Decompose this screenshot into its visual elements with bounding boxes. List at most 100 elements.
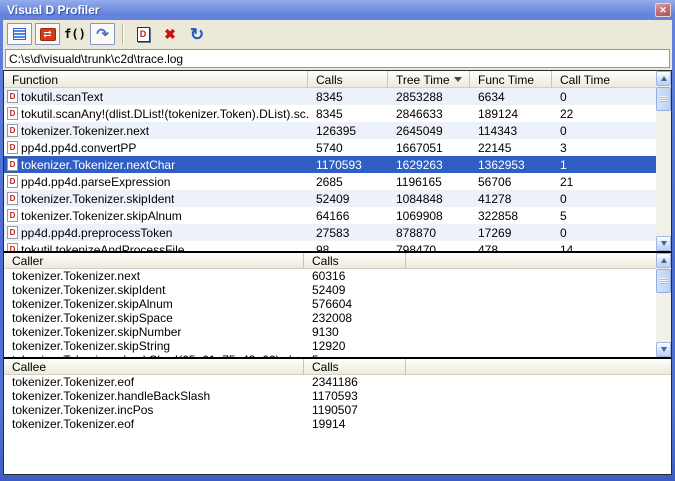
app-body: ⇄ f() ↷ D ✖ ↻ C:\s\d\visuald\trunk\c2d\t… bbox=[3, 20, 672, 475]
caller-name: tokenizer.Tokenizer.skipNumber bbox=[4, 325, 304, 339]
swap-view-button[interactable]: ⇄ bbox=[35, 23, 60, 45]
function-name: pp4d.pp4d.preprocessToken bbox=[21, 226, 172, 240]
caller-calls-value: 576604 bbox=[304, 297, 406, 311]
function-table-header: Function Calls Tree Time Func Time Call … bbox=[4, 71, 656, 88]
func-time-value: 322858 bbox=[470, 209, 552, 223]
close-button[interactable]: ✕ bbox=[655, 3, 671, 17]
trace-path-input[interactable]: C:\s\d\visuald\trunk\c2d\trace.log bbox=[5, 49, 670, 68]
func-time-value: 1362953 bbox=[470, 158, 552, 172]
column-header-call-time[interactable]: Call Time bbox=[552, 71, 656, 88]
scroll-track[interactable] bbox=[656, 294, 671, 342]
function-table-row[interactable]: D pp4d.pp4d.convertPP 5740 1667051 22145… bbox=[4, 139, 656, 156]
caller-table-scrollbar[interactable] bbox=[656, 253, 671, 357]
function-name: tokenizer.Tokenizer.skipAlnum bbox=[21, 209, 182, 223]
caller-table-row[interactable]: tokenizer.Tokenizer.skipSpace 232008 bbox=[4, 311, 656, 325]
callee-table-row[interactable]: tokenizer.Tokenizer.eof 19914 bbox=[4, 417, 671, 431]
calls-value: 1170593 bbox=[308, 158, 388, 172]
d-source-file-icon: D bbox=[7, 107, 18, 120]
caller-table-row[interactable]: tokenizer.Tokenizer.skipString 12920 bbox=[4, 339, 656, 353]
scroll-down-button[interactable] bbox=[656, 342, 671, 357]
refresh-button[interactable]: ↻ bbox=[185, 23, 209, 45]
jump-to-button[interactable]: ↷ bbox=[90, 23, 115, 45]
caller-table-row[interactable]: tokenizer.Tokenizer.skipIdent 52409 bbox=[4, 283, 656, 297]
caller-calls-value: 9130 bbox=[304, 325, 406, 339]
column-header-function[interactable]: Function bbox=[4, 71, 308, 88]
d-source-file-icon: D bbox=[7, 209, 18, 222]
calls-value: 8345 bbox=[308, 90, 388, 104]
call-time-value: 0 bbox=[552, 226, 656, 240]
call-time-value: 3 bbox=[552, 141, 656, 155]
column-header-tree-time[interactable]: Tree Time bbox=[388, 71, 470, 88]
caller-name: tokenizer.Tokenizer.skipIdent bbox=[4, 283, 304, 297]
calls-value: 8345 bbox=[308, 107, 388, 121]
scroll-up-button[interactable] bbox=[656, 253, 671, 268]
call-time-value: 5 bbox=[552, 209, 656, 223]
callee-name: tokenizer.Tokenizer.handleBackSlash bbox=[4, 389, 304, 403]
call-time-value: 0 bbox=[552, 124, 656, 138]
d-source-file-icon: D bbox=[7, 141, 18, 154]
scroll-thumb[interactable] bbox=[656, 269, 671, 293]
scroll-down-button[interactable] bbox=[656, 236, 671, 251]
func-time-value: 478 bbox=[470, 243, 552, 252]
function-table-row[interactable]: D tokenizer.Tokenizer.skipAlnum 64166 10… bbox=[4, 207, 656, 224]
caller-name: tokenizer.Tokenizer.skipString bbox=[4, 339, 304, 353]
open-trace-button[interactable]: D bbox=[131, 23, 155, 45]
callee-table-row[interactable]: tokenizer.Tokenizer.handleBackSlash 1170… bbox=[4, 389, 671, 403]
column-header-caller-calls[interactable]: Calls bbox=[304, 253, 406, 269]
red-x-icon: ✖ bbox=[164, 27, 176, 41]
column-header-func-time[interactable]: Func Time bbox=[470, 71, 552, 88]
clear-button[interactable]: ✖ bbox=[158, 23, 182, 45]
column-header-callee-calls[interactable]: Calls bbox=[304, 359, 406, 375]
function-table-row[interactable]: D tokenizer.Tokenizer.next 126395 264504… bbox=[4, 122, 656, 139]
d-source-file-icon: D bbox=[7, 124, 18, 137]
column-header-callee[interactable]: Callee bbox=[4, 359, 304, 375]
column-header-caller[interactable]: Caller bbox=[4, 253, 304, 269]
scroll-track[interactable] bbox=[656, 112, 671, 236]
function-table-row[interactable]: D pp4d.pp4d.parseExpression 2685 1196165… bbox=[4, 173, 656, 190]
sort-descending-icon bbox=[454, 77, 462, 82]
list-lines-icon bbox=[13, 28, 26, 40]
function-list-button[interactable] bbox=[7, 23, 32, 45]
func-time-value: 22145 bbox=[470, 141, 552, 155]
function-table-panel: Function Calls Tree Time Func Time Call … bbox=[4, 71, 671, 251]
caller-table-row[interactable]: tokenizer.Tokenizer.skipAlnum 576604 bbox=[4, 297, 656, 311]
function-table-row[interactable]: D pp4d.pp4d.preprocessToken 27583 878870… bbox=[4, 224, 656, 241]
call-time-value: 1 bbox=[552, 158, 656, 172]
scroll-up-button[interactable] bbox=[656, 71, 671, 86]
profiler-window: Visual D Profiler ✕ ⇄ f() ↷ D ✖ bbox=[0, 0, 675, 481]
path-row: C:\s\d\visuald\trunk\c2d\trace.log bbox=[3, 48, 672, 70]
function-table-row[interactable]: D tokutil.tokenizeAndProcessFile 98 7984… bbox=[4, 241, 656, 251]
callee-table-row[interactable]: tokenizer.Tokenizer.eof 2341186 bbox=[4, 375, 671, 389]
function-table-body: D tokutil.scanText 8345 2853288 6634 0 bbox=[4, 88, 656, 251]
function-table-row[interactable]: D tokutil.scanAny!(dlist.DList!(tokenize… bbox=[4, 105, 656, 122]
d-file-icon: D bbox=[137, 27, 150, 42]
callee-calls-value: 1170593 bbox=[304, 389, 406, 403]
callee-name: tokenizer.Tokenizer.eof bbox=[4, 375, 304, 389]
refresh-icon: ↻ bbox=[190, 26, 204, 43]
function-table-scrollbar[interactable] bbox=[656, 71, 671, 251]
function-signature-button[interactable]: f() bbox=[63, 23, 87, 45]
tree-time-value: 1629263 bbox=[388, 158, 470, 172]
caller-name: tokenizer.Tokenizer.next bbox=[4, 269, 304, 283]
callee-calls-value: 1190507 bbox=[304, 403, 406, 417]
calls-value: 126395 bbox=[308, 124, 388, 138]
caller-table-row[interactable]: tokenizer.Tokenizer.next 60316 bbox=[4, 269, 656, 283]
chevron-up-icon bbox=[661, 258, 667, 263]
callee-calls-value: 2341186 bbox=[304, 375, 406, 389]
calls-value: 64166 bbox=[308, 209, 388, 223]
function-table-row[interactable]: D tokutil.scanText 8345 2853288 6634 0 bbox=[4, 88, 656, 105]
calls-value: 27583 bbox=[308, 226, 388, 240]
function-table-row[interactable]: D tokenizer.Tokenizer.skipIdent 52409 10… bbox=[4, 190, 656, 207]
column-header-calls[interactable]: Calls bbox=[308, 71, 388, 88]
caller-table-row[interactable]: tokenizer.Tokenizer.skipNumber 9130 bbox=[4, 325, 656, 339]
function-name: tokenizer.Tokenizer.skipIdent bbox=[21, 192, 174, 206]
chevron-up-icon bbox=[661, 76, 667, 81]
callee-table-row[interactable]: tokenizer.Tokenizer.incPos 1190507 bbox=[4, 403, 671, 417]
tree-time-value: 1069908 bbox=[388, 209, 470, 223]
title-bar[interactable]: Visual D Profiler ✕ bbox=[0, 0, 675, 20]
tree-time-value: 2645049 bbox=[388, 124, 470, 138]
function-name: tokutil.tokenizeAndProcessFile bbox=[21, 243, 184, 252]
scroll-thumb[interactable] bbox=[656, 87, 671, 111]
function-name: tokutil.scanText bbox=[21, 90, 103, 104]
function-table-row[interactable]: D tokenizer.Tokenizer.nextChar 1170593 1… bbox=[4, 156, 656, 173]
